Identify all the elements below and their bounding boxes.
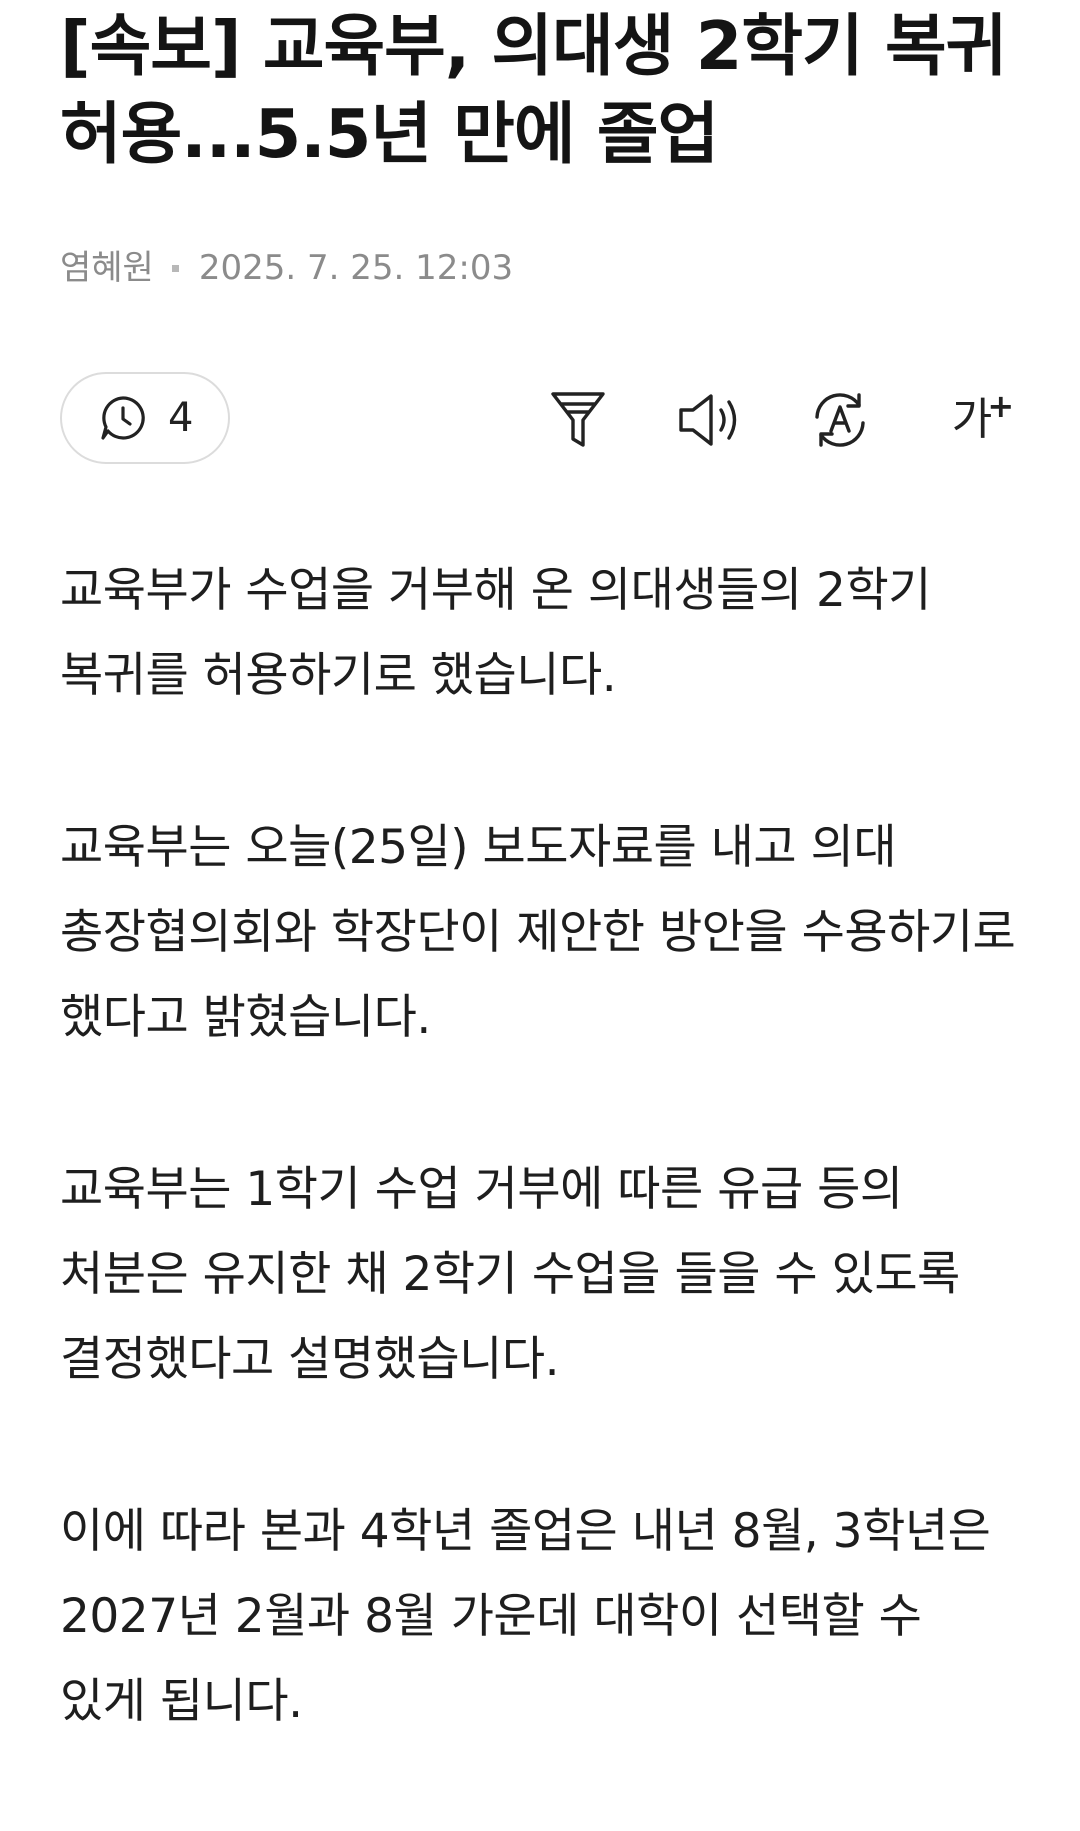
translate-button[interactable]	[804, 384, 876, 456]
article-body: 교육부가 수업을 거부해 온 의대생들의 2학기 복귀를 허용하기로 했습니다.…	[60, 548, 1020, 1831]
font-size-plus: +	[987, 387, 1015, 425]
article-paragraph: 이에 따라 본과 4학년 졸업은 내년 8월, 3학년은 2027년 2월과 8…	[60, 1504, 991, 1729]
article-paragraph: 교육부는 1학기 수업 거부에 따른 유급 등의 처분은 유지한 채 2학기 수…	[60, 1162, 960, 1387]
comment-count: 4	[168, 395, 194, 441]
article-toolbar: 4 가 +	[60, 372, 1020, 468]
font-size-button[interactable]: 가 +	[936, 384, 1014, 456]
comment-button[interactable]: 4	[60, 372, 230, 464]
publish-date: 2025. 7. 25. 12:03	[198, 248, 514, 288]
font-size-label: 가	[951, 394, 993, 445]
article-paragraph: 교육부는 오늘(25일) 보도자료를 내고 의대 총장협의회와 학장단이 제안한…	[60, 820, 1016, 1045]
listen-button[interactable]	[674, 384, 746, 456]
article-paragraph: 교육부가 수업을 거부해 온 의대생들의 2학기 복귀를 허용하기로 했습니다.	[60, 563, 931, 703]
comment-icon	[98, 393, 148, 443]
translate-icon	[809, 389, 871, 451]
article: [속보] 교육부, 의대생 2학기 복귀 허용...5.5년 만에 졸업 염혜원…	[60, 0, 1020, 1729]
author-name[interactable]: 염혜원	[60, 244, 154, 292]
article-title: [속보] 교육부, 의대생 2학기 복귀 허용...5.5년 만에 졸업	[60, 7, 1007, 173]
summary-filter-icon	[550, 390, 606, 450]
font-size-icon: 가 +	[952, 387, 1014, 442]
article-meta: 염혜원 2025. 7. 25. 12:03	[60, 244, 513, 292]
summary-button[interactable]	[542, 384, 614, 456]
speaker-icon	[677, 392, 743, 448]
meta-separator	[171, 264, 179, 272]
